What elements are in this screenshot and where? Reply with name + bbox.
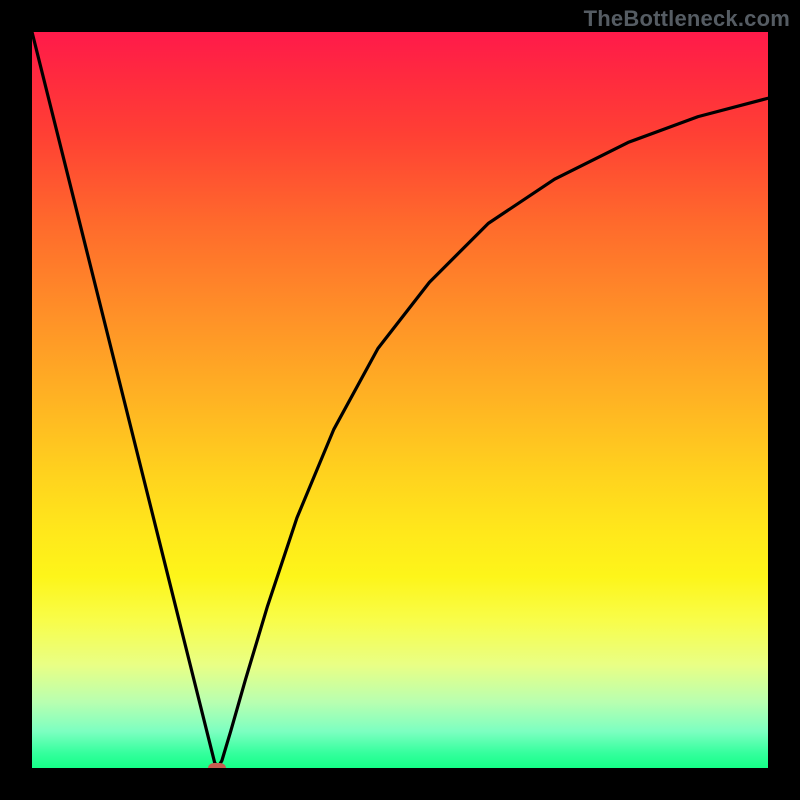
watermark-text: TheBottleneck.com: [584, 6, 790, 32]
minimum-marker: [208, 763, 226, 769]
bottleneck-curve: [32, 32, 768, 768]
plot-area: [32, 32, 768, 768]
chart-frame: TheBottleneck.com: [0, 0, 800, 800]
